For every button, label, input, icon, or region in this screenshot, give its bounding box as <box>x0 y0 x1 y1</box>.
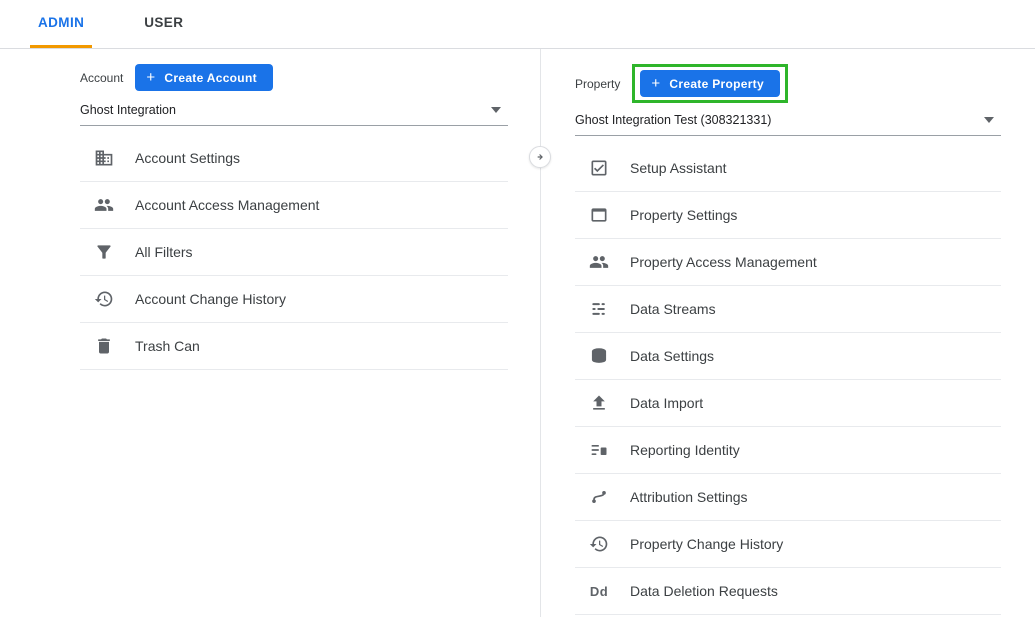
trash-icon <box>94 336 114 356</box>
property-selector[interactable]: Ghost Integration Test (308321331) <box>575 103 1001 136</box>
account-label: Account <box>80 71 123 85</box>
menu-item-all-filters[interactable]: All Filters <box>80 229 508 276</box>
highlight-box: + Create Property <box>632 64 788 103</box>
menu-item-label: Property Access Management <box>630 254 817 270</box>
database-icon <box>589 346 609 366</box>
menu-item-label: Account Settings <box>135 150 240 166</box>
move-arrow-button[interactable] <box>529 146 551 168</box>
account-selector-value: Ghost Integration <box>80 103 176 117</box>
menu-item-property-change-history[interactable]: Property Change History <box>575 521 1001 568</box>
menu-item-label: Reporting Identity <box>630 442 740 458</box>
checkbox-check-icon <box>589 158 609 178</box>
panel-divider <box>540 49 541 617</box>
menu-item-label: Property Change History <box>630 536 783 552</box>
menu-item-label: Data Import <box>630 395 703 411</box>
tab-user[interactable]: USER <box>136 0 191 48</box>
menu-item-label: Data Deletion Requests <box>630 583 778 599</box>
create-account-button[interactable]: + Create Account <box>135 64 273 91</box>
menu-item-label: Data Streams <box>630 301 716 317</box>
tab-user-label: USER <box>144 15 183 30</box>
account-menu: Account Settings Account Access Manageme… <box>80 135 508 370</box>
menu-item-setup-assistant[interactable]: Setup Assistant <box>575 145 1001 192</box>
chevron-down-icon <box>984 117 994 123</box>
chevron-down-icon <box>491 107 501 113</box>
account-panel: Account + Create Account Ghost Integrati… <box>80 64 508 370</box>
attribution-icon <box>589 487 609 507</box>
menu-item-account-change-history[interactable]: Account Change History <box>80 276 508 323</box>
tab-admin-label: ADMIN <box>38 15 84 30</box>
data-streams-icon <box>589 299 609 319</box>
account-header: Account + Create Account <box>80 64 508 91</box>
arrow-right-icon <box>533 150 547 164</box>
people-icon <box>94 195 114 215</box>
menu-item-label: Setup Assistant <box>630 160 727 176</box>
menu-item-attribution-settings[interactable]: Attribution Settings <box>575 474 1001 521</box>
menu-item-label: Data Settings <box>630 348 714 364</box>
menu-item-data-import[interactable]: Data Import <box>575 380 1001 427</box>
menu-item-trash-can[interactable]: Trash Can <box>80 323 508 370</box>
property-menu: Setup Assistant Property Settings Proper… <box>575 145 1001 615</box>
menu-item-label: All Filters <box>135 244 193 260</box>
account-selector[interactable]: Ghost Integration <box>80 91 508 126</box>
reporting-identity-icon <box>589 440 609 460</box>
property-header: Property + Create Property <box>575 64 1001 103</box>
building-icon <box>94 148 114 168</box>
menu-item-label: Attribution Settings <box>630 489 748 505</box>
menu-item-data-settings[interactable]: Data Settings <box>575 333 1001 380</box>
history-icon <box>589 534 609 554</box>
people-icon <box>589 252 609 272</box>
upload-icon <box>589 393 609 413</box>
create-property-button[interactable]: + Create Property <box>640 70 780 97</box>
property-panel: Property + Create Property Ghost Integra… <box>575 64 1001 615</box>
filter-icon <box>94 242 114 262</box>
menu-item-label: Account Access Management <box>135 197 319 213</box>
create-property-label: Create Property <box>669 77 764 91</box>
property-selector-value: Ghost Integration Test (308321331) <box>575 113 771 127</box>
create-account-label: Create Account <box>164 71 256 85</box>
plus-icon: + <box>146 70 155 85</box>
menu-item-property-access-management[interactable]: Property Access Management <box>575 239 1001 286</box>
menu-item-reporting-identity[interactable]: Reporting Identity <box>575 427 1001 474</box>
property-label: Property <box>575 77 620 91</box>
top-tab-bar: ADMIN USER <box>0 0 1035 49</box>
plus-icon: + <box>651 76 660 91</box>
history-icon <box>94 289 114 309</box>
window-icon <box>589 205 609 225</box>
tab-admin[interactable]: ADMIN <box>30 0 92 48</box>
menu-item-property-settings[interactable]: Property Settings <box>575 192 1001 239</box>
menu-item-account-settings[interactable]: Account Settings <box>80 135 508 182</box>
menu-item-data-deletion-requests[interactable]: Dd Data Deletion Requests <box>575 568 1001 615</box>
menu-item-label: Trash Can <box>135 338 200 354</box>
menu-item-label: Property Settings <box>630 207 737 223</box>
dd-icon: Dd <box>589 581 609 601</box>
menu-item-account-access-management[interactable]: Account Access Management <box>80 182 508 229</box>
menu-item-data-streams[interactable]: Data Streams <box>575 286 1001 333</box>
menu-item-label: Account Change History <box>135 291 286 307</box>
